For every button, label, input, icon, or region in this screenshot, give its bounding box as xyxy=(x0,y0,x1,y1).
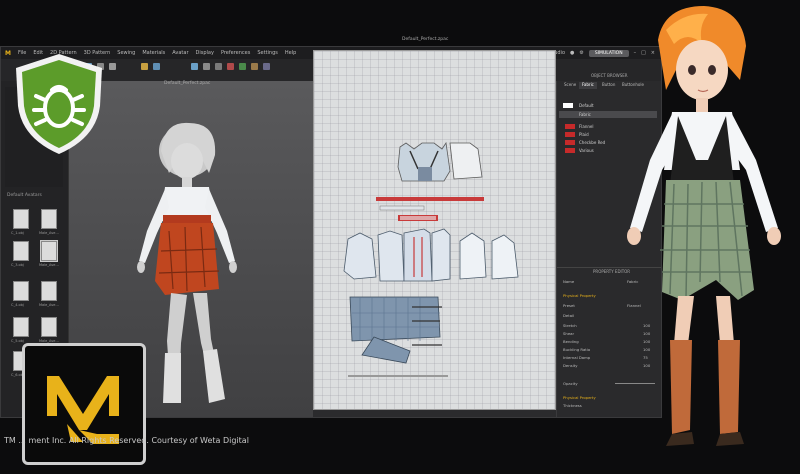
pin-tool-icon[interactable] xyxy=(109,63,116,70)
library-item-caption: Male_Ave... xyxy=(39,263,59,267)
property-section[interactable]: Physical Property xyxy=(563,395,596,400)
property-label: Density xyxy=(563,363,578,368)
fabric-swatch[interactable] xyxy=(565,148,575,153)
fabric-item[interactable]: Flannel xyxy=(579,124,594,129)
library-item[interactable] xyxy=(13,281,29,301)
settings-icon[interactable]: ⚙ xyxy=(579,50,583,56)
library-section-label: Default Avatars xyxy=(7,193,42,198)
menu-settings[interactable]: Settings xyxy=(257,50,278,56)
fabric-default-swatch[interactable] xyxy=(563,103,573,108)
library-item[interactable] xyxy=(13,241,29,261)
library-item[interactable] xyxy=(13,209,29,229)
property-label: Stretch xyxy=(563,323,577,328)
tab-scene[interactable]: Scene xyxy=(561,82,579,89)
library-item-caption: C_3.obj xyxy=(11,263,24,267)
avatar-tool-icon[interactable] xyxy=(215,63,222,70)
property-label: Bending xyxy=(563,339,579,344)
library-item-caption: Male_Ave... xyxy=(39,231,59,235)
fabric-swatch[interactable] xyxy=(565,132,575,137)
user-icon[interactable]: ● xyxy=(570,50,574,56)
texture-swap-icon[interactable] xyxy=(251,63,258,70)
library-item[interactable] xyxy=(41,209,57,229)
property-label: Shear xyxy=(563,331,575,336)
2d-pattern-window[interactable]: Default_Perfect.zpac xyxy=(313,37,556,410)
library-item[interactable] xyxy=(13,317,29,337)
property-label: Name xyxy=(563,279,575,284)
fabric-item[interactable]: Plaid xyxy=(579,132,589,137)
pose-tool-icon[interactable] xyxy=(263,63,270,70)
fabric-item[interactable]: Fabric xyxy=(579,112,591,117)
color-tool-icon[interactable] xyxy=(239,63,246,70)
property-label: Thickness xyxy=(563,403,582,408)
library-item-caption: C_1.obj xyxy=(11,231,24,235)
marvelous-designer-logo xyxy=(22,343,146,465)
property-section[interactable]: Physical Property xyxy=(563,293,596,298)
bug-shield-icon xyxy=(16,54,102,154)
library-item-caption: C_4.obj xyxy=(11,303,24,307)
fabric-item[interactable]: Various xyxy=(579,148,594,153)
2d-pattern-pieces[interactable] xyxy=(314,51,555,409)
copyright-footer: TM ... ment Inc. All Rights Reserved. Co… xyxy=(4,436,249,445)
tab-fabric[interactable]: Fabric xyxy=(579,82,597,89)
property-label: Buckling Ratio xyxy=(563,347,591,352)
library-item[interactable] xyxy=(41,317,57,337)
menu-avatar[interactable]: Avatar xyxy=(172,50,188,56)
library-item[interactable] xyxy=(40,240,58,262)
rendered-character-image xyxy=(627,6,781,446)
brush-tool-icon[interactable] xyxy=(227,63,234,70)
property-label: Preset xyxy=(563,303,575,308)
app-logo: M xyxy=(5,49,11,57)
property-label: Opacity xyxy=(563,381,578,386)
property-label: Internal Damp xyxy=(563,355,591,360)
arrange-tool-icon[interactable] xyxy=(141,63,148,70)
fabric-default-label[interactable]: Default xyxy=(579,103,594,108)
texture-tool-icon[interactable] xyxy=(203,63,210,70)
tack-tool-icon[interactable] xyxy=(153,63,160,70)
menu-preferences[interactable]: Preferences xyxy=(221,50,250,56)
menu-display[interactable]: Display xyxy=(196,50,214,56)
menu-materials[interactable]: Materials xyxy=(142,50,165,56)
measure-tool-icon[interactable] xyxy=(191,63,198,70)
fabric-item[interactable]: Checkbe Red xyxy=(579,140,605,145)
menu-help[interactable]: Help xyxy=(285,50,296,56)
menu-sewing[interactable]: Sewing xyxy=(117,50,135,56)
library-item-caption: Male_Ave... xyxy=(39,303,59,307)
2d-pattern-title: Default_Perfect.zpac xyxy=(402,37,449,42)
fabric-swatch[interactable] xyxy=(565,124,575,129)
fabric-swatch[interactable] xyxy=(565,140,575,145)
library-item[interactable] xyxy=(41,281,57,301)
property-label: Detail xyxy=(563,313,575,318)
